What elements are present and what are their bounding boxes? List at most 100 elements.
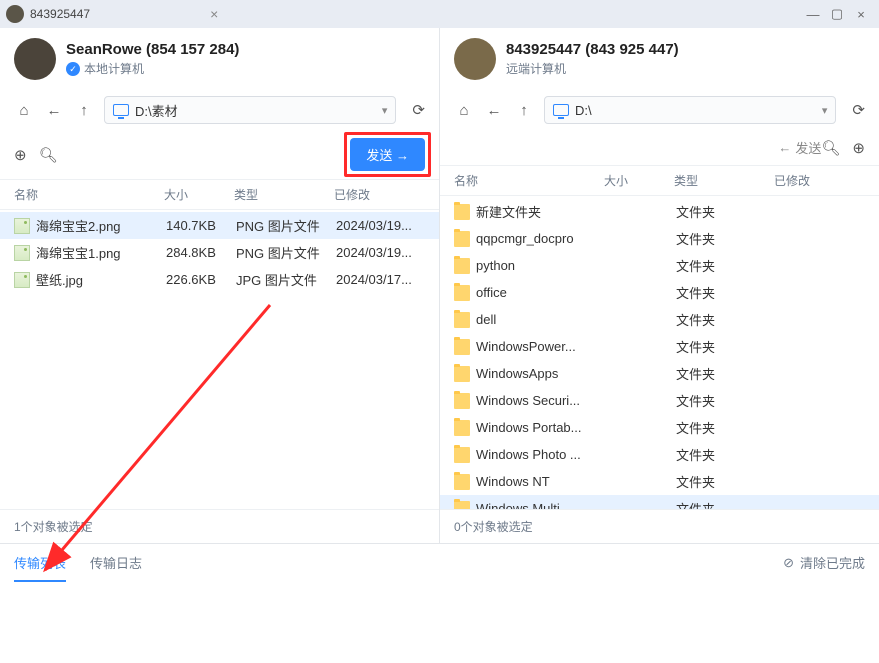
local-table-header: 名称 大小 类型 已修改 bbox=[0, 179, 439, 210]
receive-label: 发送 bbox=[795, 138, 821, 157]
image-file-icon bbox=[14, 245, 30, 261]
local-user-name: SeanRowe (854 157 284) bbox=[66, 41, 239, 58]
col-type[interactable]: 类型 bbox=[234, 186, 334, 203]
remote-file-list: 新建文件夹文件夹qqpcmgr_docpro文件夹python文件夹office… bbox=[440, 196, 879, 509]
folder-name: WindowsPower... bbox=[476, 339, 626, 354]
folder-name: office bbox=[476, 285, 626, 300]
folder-icon bbox=[454, 366, 470, 382]
local-path-text: D:\素材 bbox=[135, 101, 376, 120]
local-pane: SeanRowe (854 157 284) ✓ 本地计算机 ⌂ ← ↑ D:\… bbox=[0, 28, 440, 543]
folder-icon bbox=[454, 285, 470, 301]
remote-pane: 843925447 (843 925 447) 远端计算机 ⌂ ← ↑ D:\ … bbox=[440, 28, 879, 543]
up-icon[interactable]: ↑ bbox=[514, 102, 534, 119]
folder-row[interactable]: Windows Securi...文件夹 bbox=[440, 387, 879, 414]
remote-avatar bbox=[454, 38, 496, 80]
local-status: 1个对象被选定 bbox=[0, 509, 439, 543]
col-type[interactable]: 类型 bbox=[674, 172, 774, 189]
folder-row[interactable]: office文件夹 bbox=[440, 279, 879, 306]
refresh-icon[interactable]: ⟳ bbox=[412, 101, 425, 119]
folder-row[interactable]: Windows NT文件夹 bbox=[440, 468, 879, 495]
tab-transfer-log[interactable]: 传输日志 bbox=[90, 543, 142, 582]
image-file-icon bbox=[14, 272, 30, 288]
folder-type: 文件夹 bbox=[676, 472, 756, 491]
folder-row[interactable]: qqpcmgr_docpro文件夹 bbox=[440, 225, 879, 252]
search-icon[interactable]: 🔍︎ bbox=[821, 139, 840, 157]
file-modified: 2024/03/19... bbox=[336, 245, 425, 260]
folder-type: 文件夹 bbox=[676, 364, 756, 383]
remote-path-text: D:\ bbox=[575, 103, 816, 118]
remote-path-box[interactable]: D:\ ▾ bbox=[544, 96, 836, 124]
folder-row[interactable]: Windows Portab...文件夹 bbox=[440, 414, 879, 441]
folder-row[interactable]: WindowsApps文件夹 bbox=[440, 360, 879, 387]
folder-icon bbox=[454, 339, 470, 355]
local-avatar bbox=[14, 38, 56, 80]
folder-icon bbox=[454, 420, 470, 436]
folder-row[interactable]: dell文件夹 bbox=[440, 306, 879, 333]
folder-row[interactable]: 新建文件夹 文件夹 bbox=[440, 198, 879, 225]
col-modified[interactable]: 已修改 bbox=[774, 172, 865, 189]
col-size[interactable]: 大小 bbox=[604, 172, 674, 189]
folder-icon bbox=[454, 447, 470, 463]
receive-button[interactable]: ← 发送 bbox=[778, 138, 821, 157]
chevron-down-icon[interactable]: ▾ bbox=[822, 104, 828, 117]
file-modified: 2024/03/17... bbox=[336, 272, 425, 287]
remote-action-row: ← 发送 🔍︎ ⊕ bbox=[440, 130, 879, 165]
folder-row[interactable]: WindowsPower... 文件夹 bbox=[440, 333, 879, 360]
minimize-icon[interactable]: — bbox=[801, 7, 825, 22]
remote-nav: ⌂ ← ↑ D:\ ▾ ⟳ bbox=[440, 90, 879, 130]
file-type: JPG 图片文件 bbox=[236, 270, 336, 289]
transfer-list-area bbox=[0, 581, 879, 663]
clear-completed-button[interactable]: ⊘ 清除已完成 bbox=[783, 553, 865, 572]
search-icon[interactable]: 🔍︎ bbox=[39, 146, 58, 164]
bottom-tabs: 传输列表 传输日志 ⊘ 清除已完成 bbox=[0, 543, 879, 581]
folder-row[interactable]: Windows Multi...文件夹 bbox=[440, 495, 879, 509]
folder-icon bbox=[454, 393, 470, 409]
back-icon[interactable]: ← bbox=[44, 102, 64, 119]
clear-icon: ⊘ bbox=[783, 555, 794, 571]
maximize-icon[interactable]: ▢ bbox=[825, 6, 849, 22]
file-name: 壁纸.jpg bbox=[36, 270, 166, 289]
col-name[interactable]: 名称 bbox=[14, 186, 164, 203]
local-path-box[interactable]: D:\素材 ▾ bbox=[104, 96, 396, 124]
folder-name: 新建文件夹 bbox=[476, 202, 626, 221]
clear-label: 清除已完成 bbox=[800, 553, 865, 572]
close-tab-icon[interactable]: × bbox=[210, 6, 218, 22]
monitor-icon bbox=[553, 104, 569, 116]
folder-row[interactable]: python文件夹 bbox=[440, 252, 879, 279]
folder-name: Windows Photo ... bbox=[476, 447, 626, 462]
tab-transfer-list[interactable]: 传输列表 bbox=[14, 543, 66, 582]
back-icon[interactable]: ← bbox=[484, 102, 504, 119]
folder-type: 文件夹 bbox=[676, 202, 756, 221]
remote-location-text: 远端计算机 bbox=[506, 60, 566, 77]
chevron-down-icon[interactable]: ▾ bbox=[382, 104, 388, 117]
file-row[interactable]: 海绵宝宝1.png284.8KBPNG 图片文件2024/03/19... bbox=[0, 239, 439, 266]
home-icon[interactable]: ⌂ bbox=[14, 102, 34, 119]
panes: SeanRowe (854 157 284) ✓ 本地计算机 ⌂ ← ↑ D:\… bbox=[0, 28, 879, 543]
file-size: 226.6KB bbox=[166, 272, 236, 287]
up-icon[interactable]: ↑ bbox=[74, 102, 94, 119]
folder-type: 文件夹 bbox=[676, 499, 756, 509]
folder-row[interactable]: Windows Photo ... 文件夹 bbox=[440, 441, 879, 468]
remote-status: 0个对象被选定 bbox=[440, 509, 879, 543]
refresh-icon[interactable]: ⟳ bbox=[852, 101, 865, 119]
folder-type: 文件夹 bbox=[676, 337, 756, 356]
monitor-icon bbox=[113, 104, 129, 116]
folder-type: 文件夹 bbox=[676, 445, 756, 464]
new-folder-icon[interactable]: ⊕ bbox=[852, 139, 865, 157]
close-icon[interactable]: × bbox=[849, 7, 873, 22]
file-row[interactable]: 壁纸.jpg226.6KBJPG 图片文件2024/03/17... bbox=[0, 266, 439, 293]
new-folder-icon[interactable]: ⊕ bbox=[14, 146, 27, 164]
col-size[interactable]: 大小 bbox=[164, 186, 234, 203]
col-name[interactable]: 名称 bbox=[454, 172, 604, 189]
local-location-text: 本地计算机 bbox=[84, 60, 144, 77]
file-row[interactable]: 海绵宝宝2.png140.7KBPNG 图片文件2024/03/19... bbox=[0, 212, 439, 239]
image-file-icon bbox=[14, 218, 30, 234]
send-button[interactable]: 发送 → bbox=[350, 138, 425, 171]
folder-icon bbox=[454, 312, 470, 328]
file-name: 海绵宝宝2.png bbox=[36, 216, 166, 235]
col-modified[interactable]: 已修改 bbox=[334, 186, 425, 203]
file-type: PNG 图片文件 bbox=[236, 216, 336, 235]
home-icon[interactable]: ⌂ bbox=[454, 102, 474, 119]
file-size: 284.8KB bbox=[166, 245, 236, 260]
remote-user-header: 843925447 (843 925 447) 远端计算机 bbox=[440, 28, 879, 90]
